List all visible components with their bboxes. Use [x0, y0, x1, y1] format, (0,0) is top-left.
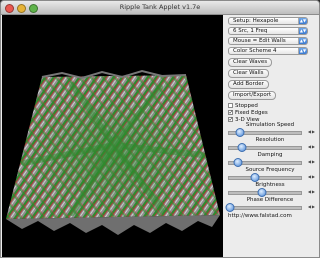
stepper-arrows-icon[interactable]: ◀▶	[308, 129, 316, 134]
applet-window: Ripple Tank Applet v1.7e Setup: Hexapole…	[0, 0, 320, 258]
ripple-tank-view[interactable]	[2, 15, 223, 258]
resolution-slider[interactable]: ◀▶	[228, 143, 316, 152]
resolution-label: Resolution	[255, 137, 285, 143]
add-border-button[interactable]: Add Border	[228, 80, 269, 89]
slider-thumb[interactable]	[237, 143, 247, 152]
stepper-arrows-icon[interactable]: ◀▶	[308, 204, 316, 209]
control-panel: Setup: Hexapole ▲▼ 6 Src, 1 Freq ▲▼ Mous…	[224, 15, 319, 257]
window-title: Ripple Tank Applet v1.7e	[119, 3, 201, 11]
simulation-speed-slider[interactable]: ◀▶	[228, 128, 316, 137]
phase-difference-label: Phase Difference	[246, 197, 294, 203]
checkbox-box[interactable]	[228, 109, 234, 116]
source-frequency-slider[interactable]: ◀▶	[228, 173, 316, 182]
stepper-arrows-icon[interactable]: ◀▶	[308, 159, 316, 164]
slider-thumb[interactable]	[250, 173, 260, 182]
chevron-down-icon: ▲▼	[298, 28, 307, 34]
source-frequency-label: Source Frequency	[245, 167, 295, 173]
website-link[interactable]: http://www.falstad.com	[228, 213, 292, 219]
sources-select[interactable]: 6 Src, 1 Freq ▲▼	[228, 27, 308, 35]
color-scheme-select[interactable]: Color Scheme 4 ▲▼	[228, 47, 308, 55]
import-export-button[interactable]: Import/Export	[228, 91, 277, 100]
stepper-arrows-icon[interactable]: ◀▶	[308, 174, 316, 179]
brightness-label: Brightness	[255, 182, 285, 188]
clear-walls-button[interactable]: Clear Walls	[228, 69, 269, 78]
checkbox-box[interactable]	[228, 103, 233, 108]
title-bar[interactable]: Ripple Tank Applet v1.7e	[1, 1, 319, 15]
simulation-speed-label: Simulation Speed	[245, 122, 295, 128]
slider-thumb[interactable]	[257, 188, 267, 197]
brightness-slider[interactable]: ◀▶	[228, 188, 316, 197]
setup-select[interactable]: Setup: Hexapole ▲▼	[228, 17, 308, 25]
stepper-arrows-icon[interactable]: ◀▶	[308, 189, 316, 194]
chevron-down-icon: ▲▼	[298, 18, 307, 24]
stepper-arrows-icon[interactable]: ◀▶	[308, 144, 316, 149]
clear-waves-button[interactable]: Clear Waves	[228, 58, 273, 67]
slider-thumb[interactable]	[233, 158, 243, 167]
fixed-edges-checkbox[interactable]: Fixed Edges	[228, 109, 268, 116]
phase-difference-slider[interactable]: ◀▶	[225, 203, 316, 212]
damping-slider[interactable]: ◀▶	[228, 158, 316, 167]
wave-surface-3d[interactable]	[2, 15, 223, 258]
mouse-mode-select[interactable]: Mouse = Edit Walls ▲▼	[228, 37, 308, 45]
chevron-down-icon: ▲▼	[298, 48, 307, 54]
chevron-down-icon: ▲▼	[298, 38, 307, 44]
slider-thumb[interactable]	[225, 203, 235, 212]
slider-thumb[interactable]	[235, 128, 245, 137]
